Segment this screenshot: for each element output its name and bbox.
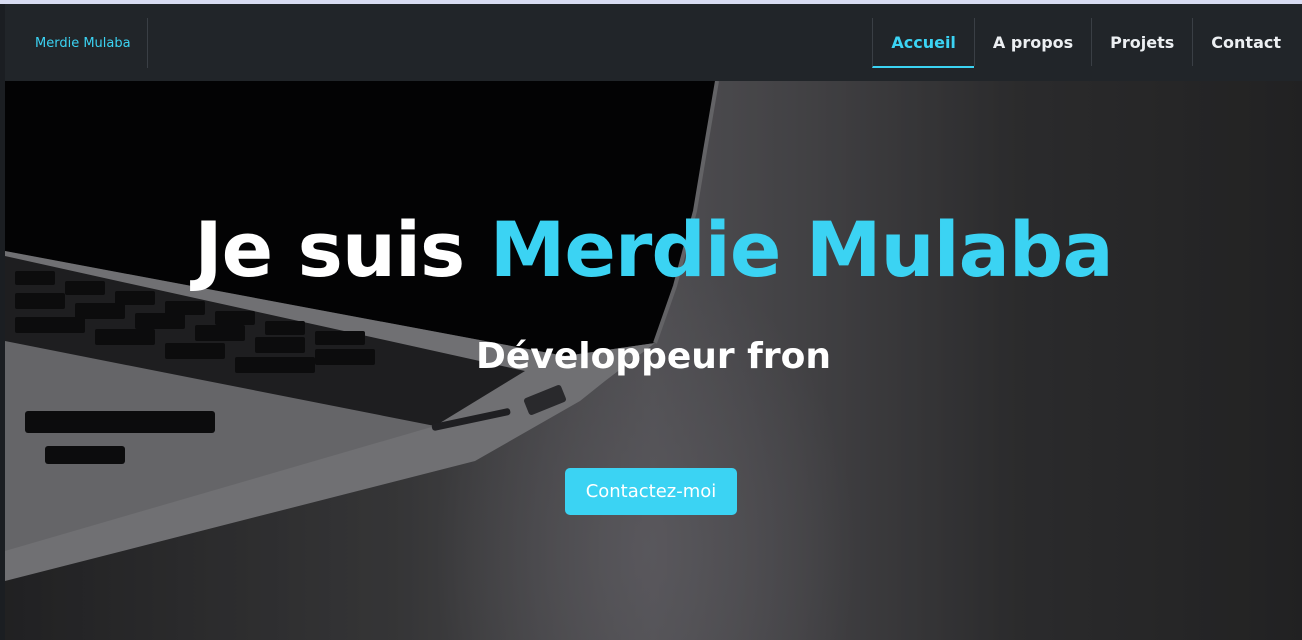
hero-section: Je suis Merdie Mulaba Développeur fron C…	[5, 81, 1302, 640]
nav-link-a-propos[interactable]: A propos	[973, 18, 1091, 66]
nav-links: Accueil A propos Projets Contact	[872, 18, 1299, 68]
hero-title: Je suis Merdie Mulaba	[5, 205, 1302, 294]
hero-subtitle: Développeur fron	[476, 336, 831, 377]
contact-me-button[interactable]: Contactez-moi	[565, 468, 737, 515]
navbar: Merdie Mulaba Accueil A propos Projets C…	[5, 4, 1302, 81]
brand-link[interactable]: Merdie Mulaba	[35, 18, 148, 68]
hero-title-prefix: Je suis	[194, 205, 490, 294]
nav-link-contact[interactable]: Contact	[1192, 18, 1299, 66]
nav-link-projets[interactable]: Projets	[1091, 18, 1192, 66]
hero-title-name: Merdie Mulaba	[489, 205, 1114, 294]
nav-link-accueil[interactable]: Accueil	[872, 18, 974, 68]
